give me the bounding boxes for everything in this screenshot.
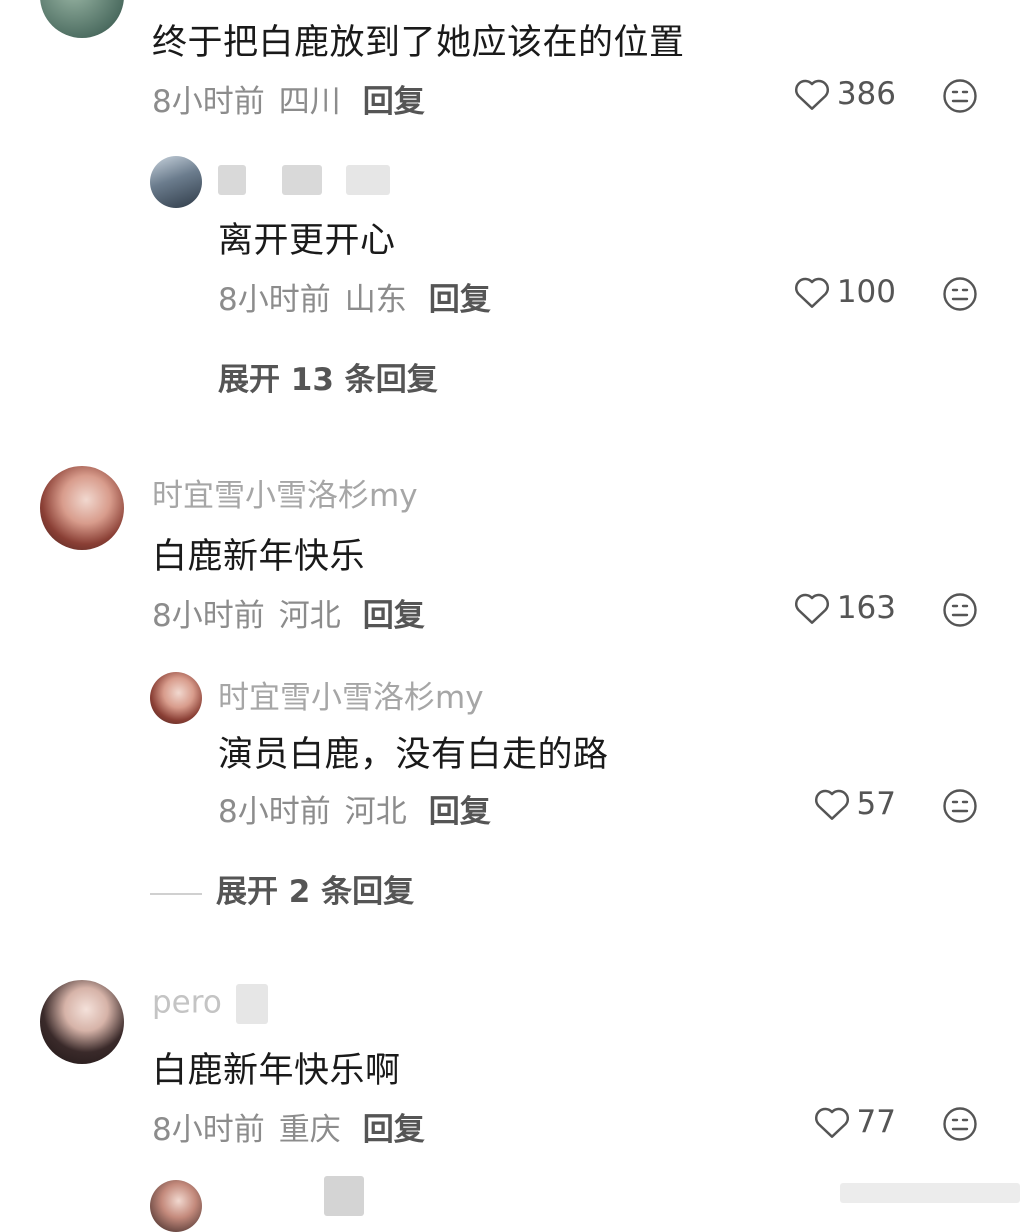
reply-avatar[interactable] [150,672,202,724]
comment-text: 白鹿新年快乐 [152,537,366,577]
meh-face-icon[interactable] [942,788,978,824]
expand-replies-button[interactable]: 展开 2 条回复 [150,866,414,911]
meh-face-icon[interactable] [942,276,978,312]
comment-meta: 8小时前 四川 回复 [152,76,425,121]
comment-username[interactable]: 时宜雪小雪洛杉my [152,470,418,515]
like-button[interactable]: 57 [813,786,896,822]
meh-face-icon[interactable] [942,592,978,628]
like-button[interactable]: 386 [793,76,896,112]
comment-text: 白鹿新年快乐啊 [152,1051,401,1091]
reply-button[interactable]: 回复 [363,598,425,634]
reply-username-blur [840,1182,1020,1203]
like-count: 77 [856,1104,896,1140]
like-count: 57 [856,786,896,822]
heart-outline-icon [794,277,829,308]
meh-face-icon[interactable] [942,1106,978,1142]
avatar[interactable] [40,980,124,1064]
expand-replies-button[interactable]: 展开 13 条回复 [218,354,438,399]
divider [150,892,202,895]
comment-meta: 8小时前 重庆 回复 [152,1104,425,1149]
comment-location: 重庆 [278,1112,341,1148]
comment-location: 四川 [278,84,341,120]
heart-outline-icon [794,79,829,110]
comment-time: 8小时前 [152,84,265,120]
reply-text: 离开更开心 [218,221,396,261]
comment-meta: 8小时前 河北 回复 [152,590,425,635]
reply-meta: 8小时前 河北 回复 [218,786,491,831]
reply-time: 8小时前 [218,794,331,830]
comment-username[interactable]: pero [152,984,268,1024]
reply-text: 演员白鹿，没有白走的路 [218,735,609,775]
avatar[interactable] [40,466,124,550]
like-count: 163 [836,590,896,626]
comment-time: 8小时前 [152,598,265,634]
heart-outline-icon [814,1107,849,1138]
reply-button[interactable]: 回复 [429,282,491,318]
heart-outline-icon [794,593,829,624]
reply-button[interactable]: 回复 [363,1112,425,1148]
reply-time: 8小时前 [218,282,331,318]
expand-label: 展开 2 条回复 [216,874,415,910]
like-count: 100 [836,274,896,310]
avatar[interactable] [40,0,124,38]
like-button[interactable]: 77 [813,1104,896,1140]
comment-time: 8小时前 [152,1112,265,1148]
reply-button[interactable]: 回复 [363,84,425,120]
comment-text: 终于把白鹿放到了她应该在的位置 [152,23,685,63]
meh-face-icon[interactable] [942,78,978,114]
like-button[interactable]: 100 [793,274,896,310]
reply-button[interactable]: 回复 [429,794,491,830]
reply-username[interactable] [324,1176,364,1216]
like-count: 386 [836,76,896,112]
reply-meta: 8小时前 山东 回复 [218,274,491,319]
reply-avatar[interactable] [150,1180,202,1232]
reply-location: 山东 [344,282,407,318]
reply-username[interactable]: 时宜雪小雪洛杉my [218,672,484,717]
comment-location: 河北 [278,598,341,634]
reply-avatar[interactable] [150,156,202,208]
reply-location: 河北 [344,794,407,830]
heart-outline-icon [814,789,849,820]
reply-username[interactable] [218,160,390,196]
like-button[interactable]: 163 [793,590,896,626]
